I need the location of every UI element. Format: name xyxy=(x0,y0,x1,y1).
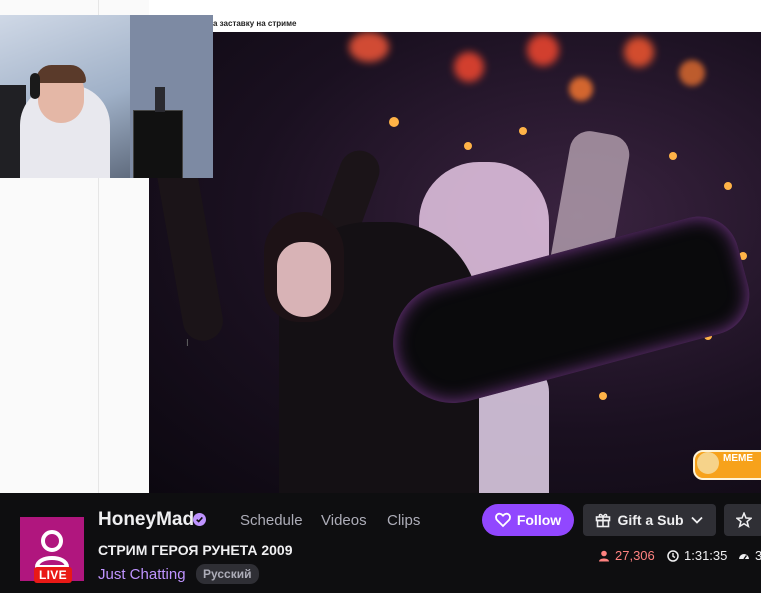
verified-icon xyxy=(193,513,206,526)
tab-videos[interactable]: Videos xyxy=(321,512,367,529)
streamer-face xyxy=(277,242,331,317)
clock-icon xyxy=(667,549,679,562)
uptime-value: 1:31:35 xyxy=(684,548,728,563)
bokeh-light xyxy=(724,182,732,190)
doge-icon xyxy=(697,452,719,474)
gauge-icon xyxy=(739,553,749,559)
bokeh-light xyxy=(679,60,705,86)
webcam-figurine xyxy=(155,87,165,112)
webcam-hair xyxy=(36,65,86,83)
text-cursor-icon: I xyxy=(186,338,189,349)
stream-area[interactable]: а заставку на стриме MEME I xyxy=(0,0,761,493)
bokeh-light xyxy=(454,52,484,82)
heart-icon xyxy=(494,512,511,528)
follow-button[interactable]: Follow xyxy=(482,504,574,536)
headset-icon xyxy=(30,73,40,99)
webcam-pc xyxy=(133,110,183,178)
star-icon xyxy=(736,512,752,528)
viewer-count-value: 27,306 xyxy=(615,548,655,563)
chevron-down-icon xyxy=(690,516,703,524)
favorite-button[interactable] xyxy=(724,504,761,536)
bokeh-light xyxy=(527,34,559,66)
bokeh-light xyxy=(519,127,527,135)
document-text: а заставку на стриме xyxy=(213,19,297,28)
language-tag[interactable]: Русский xyxy=(196,564,259,584)
bokeh-light xyxy=(569,77,593,101)
gift-sub-button[interactable]: Gift a Sub xyxy=(583,504,716,536)
bokeh-light xyxy=(624,37,654,67)
channel-name[interactable]: HoneyMad xyxy=(98,509,194,531)
bokeh-light xyxy=(599,392,607,400)
viewer-icon xyxy=(599,550,609,561)
meme-overlay-text: MEME xyxy=(723,453,753,464)
stream-uptime: 1:31:35 xyxy=(667,548,727,563)
main-video[interactable]: MEME xyxy=(149,32,761,493)
bokeh-light xyxy=(464,142,472,150)
channel-info-bar: LIVE HoneyMad Schedule Videos Clips СТРИ… xyxy=(0,493,761,593)
tab-clips[interactable]: Clips xyxy=(387,512,420,529)
tab-schedule[interactable]: Schedule xyxy=(240,512,303,529)
live-badge: LIVE xyxy=(34,567,72,583)
gift-sub-label: Gift a Sub xyxy=(617,512,684,528)
viewer-count: 27,306 xyxy=(598,548,655,563)
user-icon xyxy=(34,530,70,569)
extra-stat-value: 3 xyxy=(755,548,761,563)
category-link[interactable]: Just Chatting xyxy=(98,566,186,583)
bokeh-light xyxy=(349,32,389,62)
extra-stat: 3 xyxy=(738,548,761,563)
bokeh-light xyxy=(389,117,399,127)
stream-title: СТРИМ ГЕРОЯ РУНЕТА 2009 xyxy=(98,542,293,558)
bokeh-light xyxy=(669,152,677,160)
gift-icon xyxy=(596,513,611,528)
follow-label: Follow xyxy=(516,512,562,528)
webcam-overlay xyxy=(0,15,213,178)
